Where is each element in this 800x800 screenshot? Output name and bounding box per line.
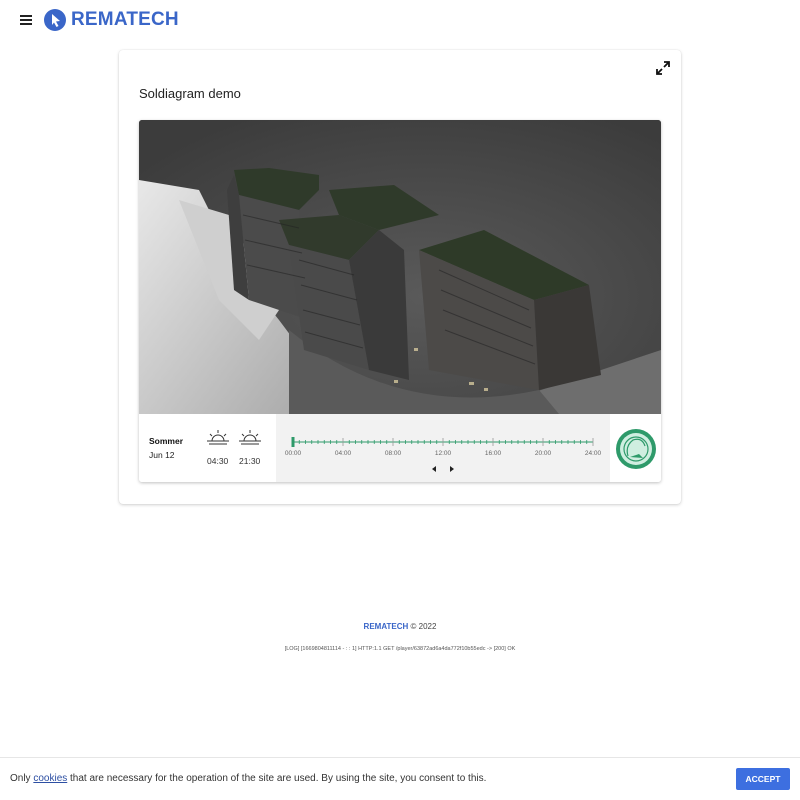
- time-tick-label: 12:00: [434, 450, 452, 457]
- time-tick-label: 16:00: [484, 450, 502, 457]
- time-tick-label: 00:00: [284, 450, 302, 457]
- hamburger-menu-icon[interactable]: [19, 13, 35, 27]
- logo[interactable]: REMATECH: [44, 9, 179, 31]
- building-3d-render[interactable]: [139, 120, 661, 414]
- cookies-link[interactable]: cookies: [33, 773, 67, 784]
- time-tick-label: 20:00: [534, 450, 552, 457]
- sun-diagram-viewer[interactable]: Sommer Jun 12 04:30 21:30 00:00 04:00 08…: [139, 120, 661, 482]
- footer-copyright: © 2022: [410, 622, 437, 631]
- time-slider-track[interactable]: [276, 430, 610, 464]
- cookie-text-before: Only: [10, 773, 34, 784]
- time-tick-label: 24:00: [584, 450, 602, 457]
- accept-button[interactable]: ACCEPT: [736, 768, 790, 790]
- sunset-time: 21:30: [239, 456, 261, 466]
- footer-brand[interactable]: REMATECH: [364, 622, 409, 631]
- cookie-banner: Only cookies that are necessary for the …: [0, 757, 800, 800]
- season-date: Jun 12: [149, 450, 175, 460]
- logo-mark-icon: [44, 9, 66, 31]
- caret-right-icon[interactable]: [448, 465, 456, 473]
- cookie-text: Only cookies that are necessary for the …: [10, 773, 486, 784]
- sun-controls: Sommer Jun 12 04:30 21:30 00:00 04:00 08…: [139, 414, 661, 482]
- page-title: Soldiagram demo: [139, 86, 241, 101]
- time-tick-label: 04:00: [334, 450, 352, 457]
- season-name: Sommer: [149, 436, 184, 446]
- log-line: [LOG] [1669804811114 - : : 1] HTTP:1.1 G…: [284, 646, 516, 652]
- cookie-text-after: that are necessary for the operation of …: [67, 773, 487, 784]
- sunrise-time: 04:30: [207, 456, 229, 466]
- caret-left-icon[interactable]: [430, 465, 438, 473]
- time-slider-handle[interactable]: [291, 437, 295, 447]
- expand-arrows-icon[interactable]: [655, 60, 671, 76]
- time-slider[interactable]: 00:00 04:00 08:00 12:00 16:00 20:00 24:00: [276, 414, 610, 482]
- footer: REMATECH © 2022: [0, 622, 800, 631]
- app-header: REMATECH: [0, 0, 800, 40]
- sunrise-icon: [207, 430, 229, 445]
- sunset-icon: [239, 430, 261, 445]
- season-info: Sommer Jun 12: [149, 436, 183, 460]
- time-tick-label: 08:00: [384, 450, 402, 457]
- viewer-card: Soldiagram demo Sommer Jun 12 04:30 21:3…: [119, 50, 681, 504]
- logo-text: REMATECH: [71, 9, 179, 30]
- compass-icon[interactable]: [615, 428, 657, 470]
